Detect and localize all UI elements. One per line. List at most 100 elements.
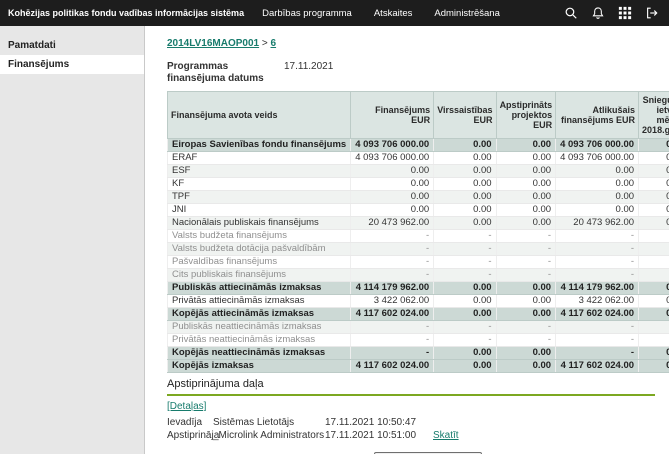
page-layout: PamatdatiFinansējums 2014LV16MAOP001 > 6… <box>0 26 669 454</box>
row-value: 0.00 <box>639 204 669 217</box>
row-value: - <box>556 334 639 347</box>
row-value: 0.00 <box>434 204 496 217</box>
table-row-esf: ESF0.000.000.000.000.00 <box>168 165 669 178</box>
table-row-kf: KF0.000.000.000.000.00 <box>168 178 669 191</box>
main-content: 2014LV16MAOP001 > 6 Programmas finansēju… <box>145 26 669 454</box>
row-label: Privātās neattiecināmās izmaksas <box>168 334 351 347</box>
table-row-valsts-budzeta-finansejums: Valsts budžeta finansējums----- <box>168 230 669 243</box>
menu-item-administresana[interactable]: Administrēšana <box>434 8 499 19</box>
row-value: 0.00 <box>496 152 556 165</box>
row-value: 0.00 <box>556 191 639 204</box>
row-value: - <box>434 269 496 282</box>
row-value: 0.00 <box>496 295 556 308</box>
row-value: 0.00 <box>434 191 496 204</box>
sidebar: PamatdatiFinansējums <box>0 26 145 454</box>
row-value: 0.00 <box>639 152 669 165</box>
logout-icon[interactable] <box>643 4 661 22</box>
breadcrumb-program-link[interactable]: 2014LV16MAOP001 <box>167 38 259 49</box>
program-finance-date-row: Programmas finansējuma datums 17.11.2021 <box>167 61 669 85</box>
row-value: - <box>639 243 669 256</box>
row-label: Valsts budžeta finansējums <box>168 230 351 243</box>
row-label: Kopējās izmaksas <box>168 360 351 373</box>
table-row-kopejas-izmaksas: Kopējās izmaksas4 117 602 024.000.000.00… <box>168 360 669 373</box>
search-icon[interactable] <box>562 4 580 22</box>
menu-item-atskaites[interactable]: Atskaites <box>374 8 413 19</box>
row-value: 20 473 962.00 <box>556 217 639 230</box>
finance-date-label: Programmas finansējuma datums <box>167 61 284 85</box>
row-value: 0.00 <box>434 178 496 191</box>
table-row-privatas-attiecinamas-izmaksas: Privātās attiecināmās izmaksas3 422 062.… <box>168 295 669 308</box>
apps-grid-icon[interactable] <box>616 4 634 22</box>
approval-user: _Microlink Administrators <box>213 429 325 442</box>
row-value: - <box>496 334 556 347</box>
row-label: Privātās attiecināmās izmaksas <box>168 295 351 308</box>
table-row-cits-publiskais-finansejums: Cits publiskais finansējums----- <box>168 269 669 282</box>
row-value: 0.00 <box>496 165 556 178</box>
row-label: Nacionālais publiskais finansējums <box>168 217 351 230</box>
row-label: ERAF <box>168 152 351 165</box>
row-value: 0.00 <box>639 217 669 230</box>
row-value: 20 473 962.00 <box>351 217 434 230</box>
approval-label: Apstiprināja <box>167 429 213 442</box>
row-value: 4 117 602 024.00 <box>556 308 639 321</box>
row-value: 0.00 <box>639 295 669 308</box>
row-value: 0.00 <box>434 360 496 373</box>
sidebar-item-finansejums[interactable]: Finansējums <box>0 55 144 74</box>
row-value: - <box>639 230 669 243</box>
details-link[interactable]: [Detaļas] <box>167 401 206 412</box>
menu-item-darbibas-programma[interactable]: Darbības programma <box>262 8 352 19</box>
header-performance-framework-2018: Snieguma ietvara mērķis 2018.gadā <box>639 92 669 139</box>
table-row-kopejas-attiecinamas-izmaksas: Kopējās attiecināmās izmaksas4 117 602 0… <box>168 308 669 321</box>
row-value: 0.00 <box>434 295 496 308</box>
row-value: 4 114 179 962.00 <box>556 282 639 295</box>
row-value: 0.00 <box>496 360 556 373</box>
row-value: - <box>556 243 639 256</box>
row-value: 0.00 <box>496 139 556 152</box>
row-value: - <box>351 334 434 347</box>
notifications-bell-icon[interactable] <box>589 4 607 22</box>
table-row-valsts-budzeta-dotacija-pasvaldibam: Valsts budžeta dotācija pašvaldībām----- <box>168 243 669 256</box>
table-row-publiskas-attiecinamas-izmaksas: Publiskās attiecināmās izmaksas4 114 179… <box>168 282 669 295</box>
row-value: 0.00 <box>496 347 556 360</box>
row-value: 0.00 <box>434 347 496 360</box>
header-source-type: Finansējuma avota veids <box>168 92 351 139</box>
breadcrumb: 2014LV16MAOP001 > 6 <box>167 38 669 49</box>
row-value: - <box>434 230 496 243</box>
approval-section-title: Apstiprinājuma daļa <box>167 378 669 390</box>
row-label: JNI <box>168 204 351 217</box>
row-value: 0.00 <box>434 139 496 152</box>
finance-table-header-row: Finansējuma avota veids Finansējums EUR … <box>168 92 669 139</box>
row-value: - <box>351 243 434 256</box>
view-link[interactable]: Skatīt <box>433 429 459 442</box>
row-value: - <box>556 347 639 360</box>
row-value: 3 422 062.00 <box>351 295 434 308</box>
row-label: Eiropas Savienības fondu finansējums <box>168 139 351 152</box>
table-row-nacionalais-publiskais-finansejums: Nacionālais publiskais finansējums20 473… <box>168 217 669 230</box>
approval-divider <box>167 394 655 396</box>
row-value: 0.00 <box>639 347 669 360</box>
approval-row-ievadija: IevadījaSistēmas Lietotājs17.11.2021 10:… <box>167 416 669 429</box>
row-value: - <box>351 347 434 360</box>
approval-label: Ievadīja <box>167 416 213 429</box>
row-value: 4 117 602 024.00 <box>556 360 639 373</box>
row-value: - <box>351 230 434 243</box>
row-value: - <box>556 256 639 269</box>
finance-date-value: 17.11.2021 <box>284 61 333 85</box>
row-value: - <box>351 321 434 334</box>
row-value: - <box>496 256 556 269</box>
breadcrumb-separator: > <box>259 38 270 49</box>
row-label: KF <box>168 178 351 191</box>
row-value: 0.00 <box>556 204 639 217</box>
table-row-jni: JNI0.000.000.000.000.00 <box>168 204 669 217</box>
sidebar-item-pamatdati[interactable]: Pamatdati <box>0 36 144 55</box>
row-value: - <box>434 243 496 256</box>
row-label: TPF <box>168 191 351 204</box>
row-value: 0.00 <box>496 204 556 217</box>
topbar-icons <box>562 4 661 22</box>
row-value: 0.00 <box>556 165 639 178</box>
row-value: 0.00 <box>434 217 496 230</box>
finance-table: Finansējuma avota veids Finansējums EUR … <box>167 91 669 373</box>
breadcrumb-sub-link[interactable]: 6 <box>271 38 277 49</box>
finance-table-body: Eiropas Savienības fondu finansējums4 09… <box>168 139 669 373</box>
row-value: - <box>556 321 639 334</box>
